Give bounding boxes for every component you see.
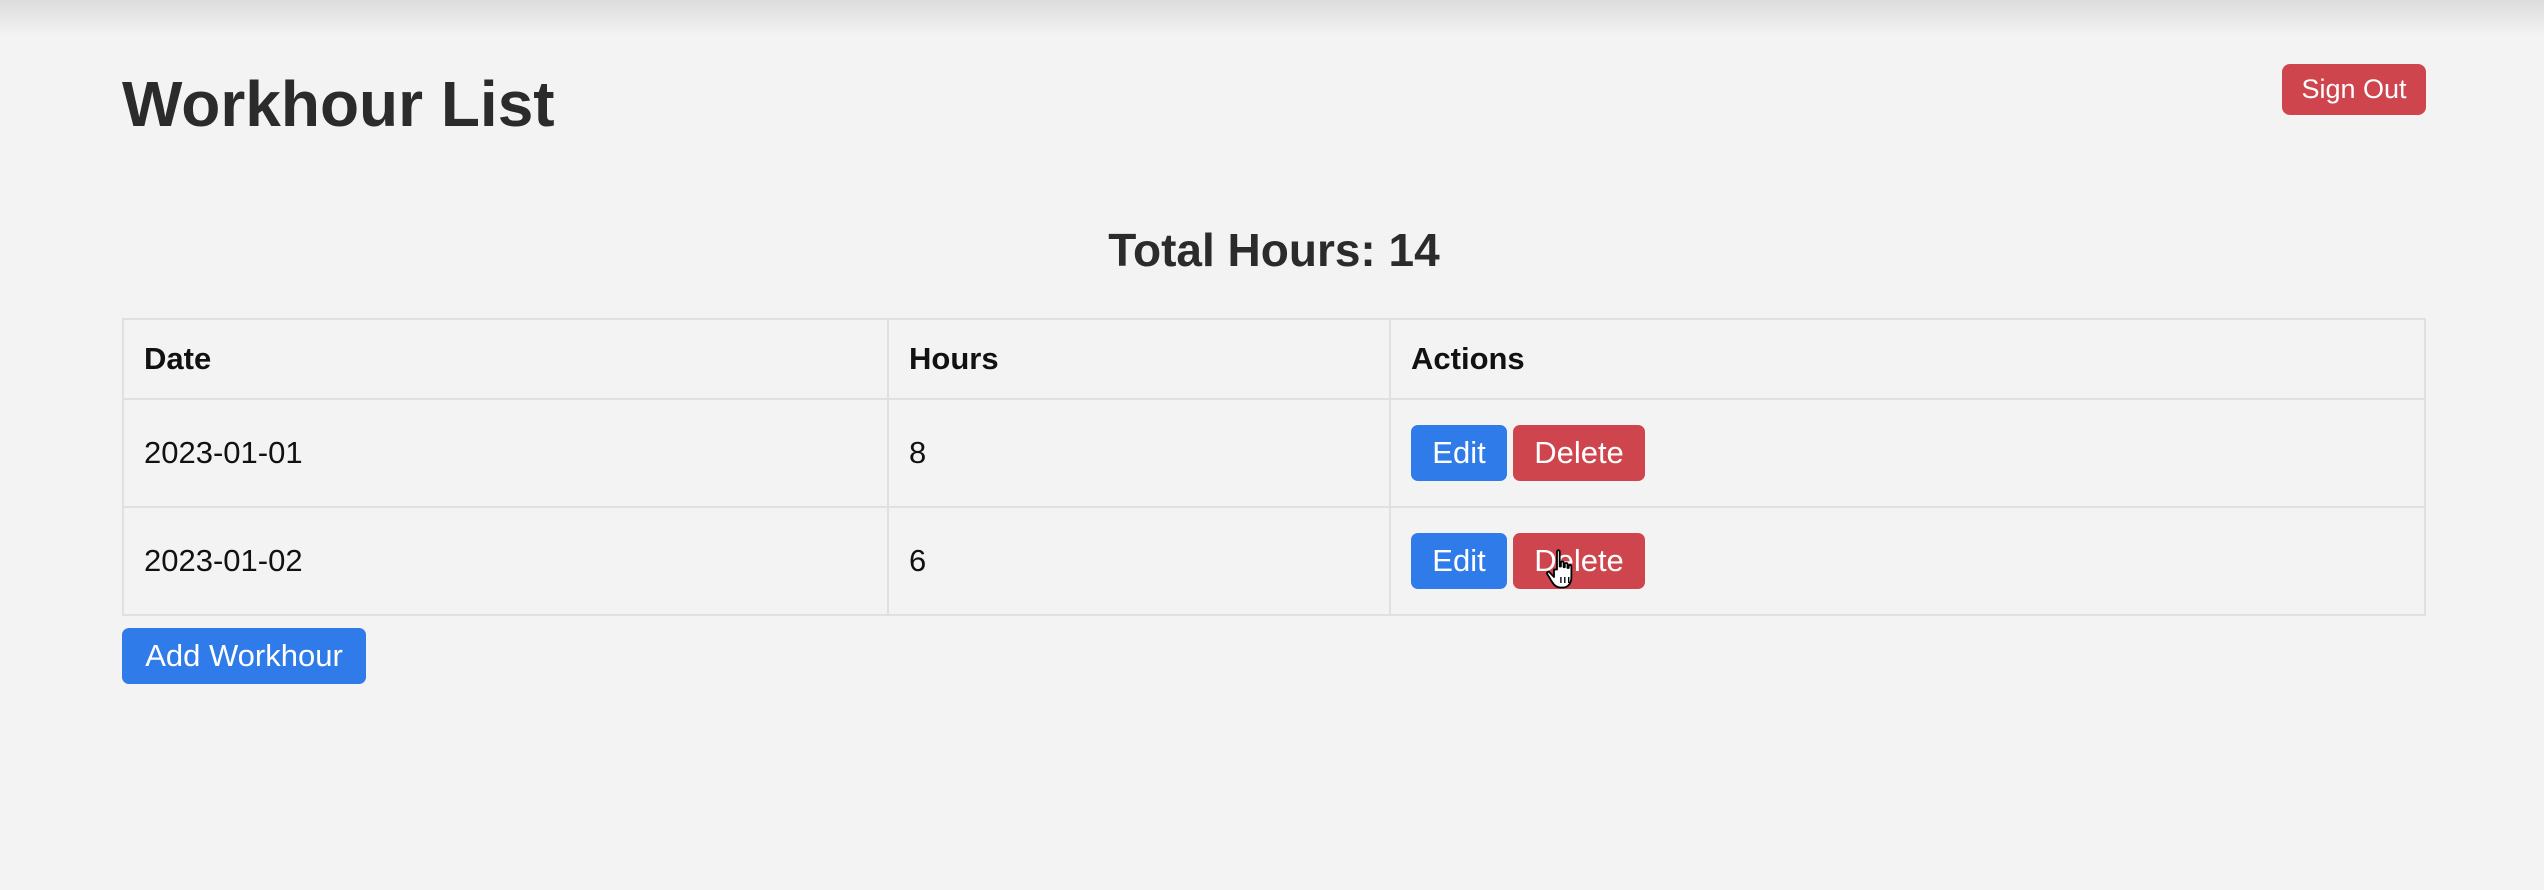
table-header-row: Date Hours Actions: [122, 318, 2426, 400]
total-hours: Total Hours: 14: [1108, 224, 1440, 276]
column-header-hours: Hours: [887, 318, 1391, 400]
edit-button[interactable]: Edit: [1411, 533, 1507, 589]
column-header-date: Date: [122, 318, 889, 400]
cell-date: 2023-01-01: [122, 398, 889, 508]
column-header-actions: Actions: [1389, 318, 2426, 400]
edit-button[interactable]: Edit: [1411, 425, 1507, 481]
cell-hours: 8: [887, 398, 1391, 508]
cell-actions: Edit Delete: [1389, 506, 2426, 616]
add-workhour-button[interactable]: Add Workhour: [122, 628, 366, 684]
workhour-table: Date Hours Actions 2023-01-01 8 Edit Dele…: [122, 318, 2426, 616]
sign-out-button[interactable]: Sign Out: [2282, 64, 2426, 115]
top-shadow: [0, 0, 2544, 36]
cell-date: 2023-01-02: [122, 506, 889, 616]
cell-hours: 6: [887, 506, 1391, 616]
page-title: Workhour List: [122, 68, 555, 140]
table-row: 2023-01-01 8 Edit Delete: [122, 398, 2426, 508]
table-row: 2023-01-02 6 Edit Delete: [122, 506, 2426, 616]
cell-actions: Edit Delete: [1389, 398, 2426, 508]
delete-button[interactable]: Delete: [1513, 533, 1645, 589]
delete-button[interactable]: Delete: [1513, 425, 1645, 481]
